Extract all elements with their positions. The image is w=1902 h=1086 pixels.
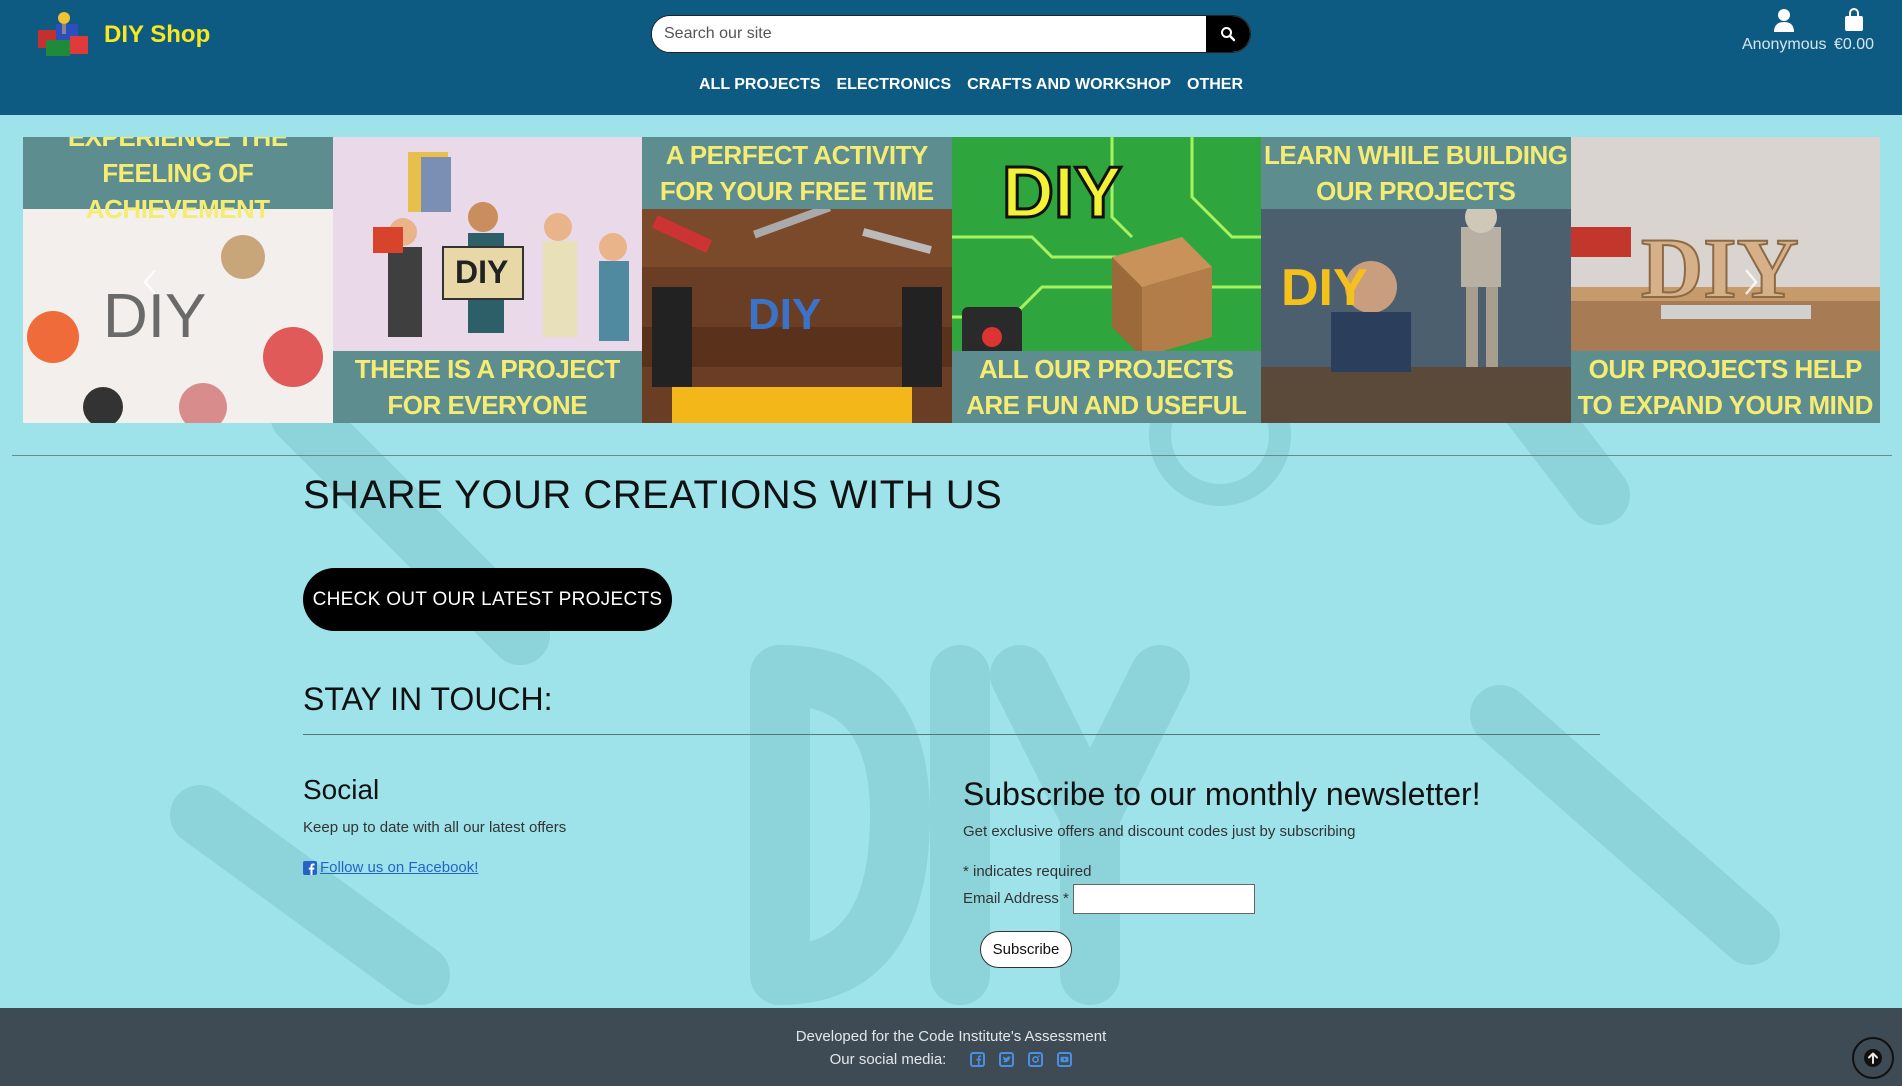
facebook-icon (303, 860, 317, 875)
instagram-icon[interactable] (1028, 1052, 1044, 1067)
email-field[interactable] (1073, 884, 1255, 914)
back-to-top-button[interactable] (1852, 1037, 1894, 1079)
slide-caption: LEARN WHILE BUILDING OUR PROJECTS (1261, 137, 1571, 209)
slide-caption: A PERFECT ACTIVITY FOR YOUR FREE TIME (642, 137, 952, 209)
slide-caption: OUR PROJECTS HELP TO EXPAND YOUR MIND (1570, 351, 1880, 423)
email-label-text: Email Address (963, 890, 1059, 907)
site-header: DIY Shop Anonymous €0.00 ALL PROJECTS EL… (0, 0, 1902, 115)
hero-carousel: DIY EXPERIENCE THE FEELING OF ACHIEVEMEN… (23, 137, 1880, 423)
carousel-slide[interactable]: DIY OUR PROJECTS HELP TO EXPAND YOUR MIN… (1570, 137, 1880, 423)
chevron-left-icon (143, 269, 156, 295)
carousel-slide[interactable]: DIY THERE IS A PROJECT FOR EVERYONE (332, 137, 642, 423)
logo-icon (38, 12, 88, 56)
nav-all-projects[interactable]: ALL PROJECTS (699, 76, 821, 94)
shopping-bag-link[interactable]: €0.00 (1834, 8, 1874, 54)
nav-crafts-and-workshop[interactable]: CRAFTS AND WORKSHOP (967, 76, 1171, 94)
email-label: Email Address * (963, 890, 1069, 907)
brand-home-link[interactable]: DIY Shop (34, 10, 210, 60)
slide-caption: THERE IS A PROJECT FOR EVERYONE (332, 351, 642, 423)
section-divider (12, 455, 1892, 456)
required-mark: * (1063, 890, 1069, 907)
facebook-icon[interactable] (970, 1052, 986, 1067)
stay-divider (303, 734, 1600, 735)
search-input[interactable] (652, 16, 1206, 52)
diy-word: DIY (1641, 220, 1799, 316)
social-text: Keep up to date with all our latest offe… (303, 819, 567, 836)
newsletter-title: Subscribe to our monthly newsletter! (963, 776, 1481, 812)
search-button[interactable] (1206, 16, 1250, 52)
share-title: SHARE YOUR CREATIONS WITH US (303, 473, 1003, 517)
arrow-up-icon (1864, 1049, 1882, 1067)
newsletter-text: Get exclusive offers and discount codes … (963, 823, 1356, 840)
main-nav: ALL PROJECTS ELECTRONICS CRAFTS AND WORK… (0, 76, 1902, 94)
nav-electronics[interactable]: ELECTRONICS (836, 76, 951, 94)
footer-social-label: Our social media: (829, 1051, 947, 1068)
user-icon (1774, 9, 1795, 32)
account-label: Anonymous (1742, 36, 1827, 53)
nav-other[interactable]: OTHER (1187, 76, 1243, 94)
youtube-icon[interactable] (1057, 1052, 1073, 1067)
brand-name: DIY Shop (104, 21, 211, 48)
carousel-next-button[interactable] (1743, 263, 1759, 305)
facebook-link[interactable]: Follow us on Facebook! (303, 859, 478, 876)
diy-word: DIY (1281, 259, 1368, 317)
carousel-slide[interactable]: DIY LEARN WHILE BUILDING OUR PROJECTS (1261, 137, 1571, 423)
search-icon (1221, 27, 1236, 42)
slide-caption: ALL OUR PROJECTS ARE FUN AND USEFUL (951, 351, 1261, 423)
diy-word: DIY (455, 254, 508, 290)
twitter-icon[interactable] (999, 1052, 1015, 1067)
carousel-slide[interactable]: DIY ALL OUR PROJECTS ARE FUN AND USEFUL (951, 137, 1261, 423)
footer-social: Our social media: (0, 1051, 1902, 1068)
required-note: * indicates required (963, 863, 1092, 880)
account-menu[interactable]: Anonymous (1742, 8, 1827, 54)
latest-projects-button[interactable]: CHECK OUT OUR LATEST PROJECTS (303, 568, 672, 631)
bag-total: €0.00 (1834, 36, 1875, 53)
subscribe-button[interactable]: Subscribe (980, 931, 1072, 968)
site-footer: Developed for the Code Institute's Asses… (0, 1008, 1902, 1086)
stay-in-touch-title: STAY IN TOUCH: (303, 681, 553, 717)
diy-word: DIY (748, 290, 821, 339)
chevron-right-icon (1745, 269, 1758, 295)
diy-word: DIY (1002, 153, 1122, 233)
social-title: Social (303, 774, 380, 805)
shopping-bag-icon (1845, 8, 1864, 31)
slide-caption: EXPERIENCE THE FEELING OF ACHIEVEMENT (23, 137, 333, 224)
footer-credit: Developed for the Code Institute's Asses… (795, 1028, 1107, 1045)
carousel-slide[interactable]: DIY EXPERIENCE THE FEELING OF ACHIEVEMEN… (23, 137, 333, 423)
search-bar (651, 15, 1251, 53)
carousel-prev-button[interactable] (142, 263, 158, 305)
facebook-link-label: Follow us on Facebook! (320, 859, 479, 876)
carousel-slide[interactable]: DIY A PERFECT ACTIVITY FOR YOUR FREE TIM… (642, 137, 952, 423)
